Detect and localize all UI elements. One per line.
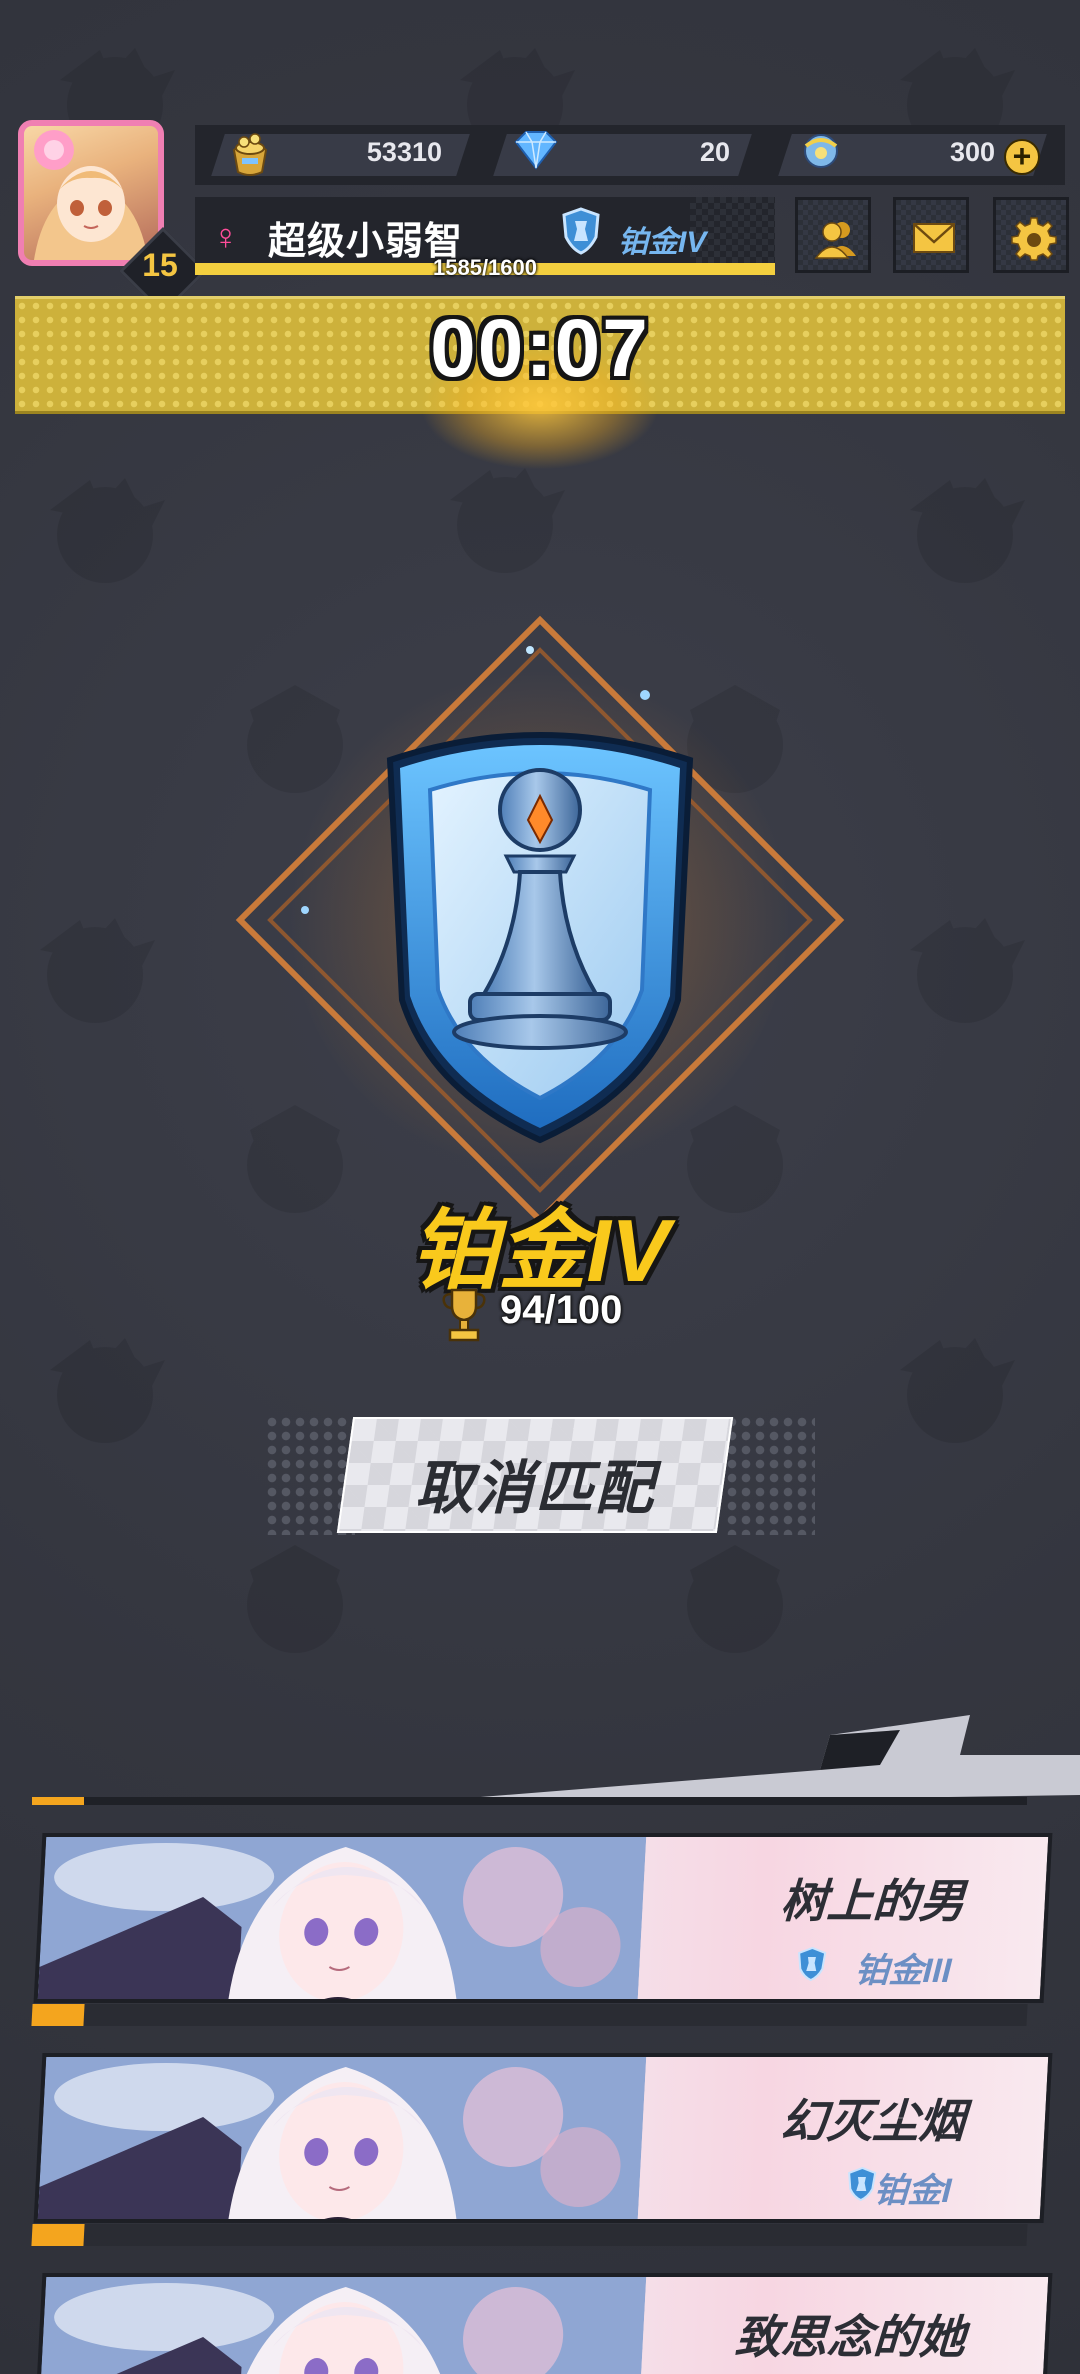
player-avatar[interactable] bbox=[18, 120, 164, 266]
ticket-icon bbox=[804, 134, 838, 168]
match-player-name: 幻灭尘烟 bbox=[779, 2095, 967, 2147]
card-footer-accent bbox=[31, 2004, 85, 2026]
friends-button[interactable] bbox=[795, 197, 871, 273]
cancel-match-button-wrapper: 取消匹配 bbox=[265, 1415, 815, 1535]
player-card-art bbox=[37, 2277, 647, 2374]
matchmaking-timer: 00:07 bbox=[430, 303, 650, 394]
rank-emblem bbox=[235, 615, 845, 1225]
match-player-rank: 铂金III bbox=[853, 1952, 953, 1990]
background-mascot-icon bbox=[910, 478, 1025, 583]
cancel-match-label: 取消匹配 bbox=[414, 1456, 655, 1521]
background-mascot-icon bbox=[50, 478, 165, 583]
player-rank: 铂金IV bbox=[618, 226, 707, 259]
settings-button[interactable] bbox=[993, 197, 1069, 273]
card-footer-accent bbox=[31, 2224, 85, 2246]
background-mascot-icon bbox=[40, 918, 155, 1023]
mail-icon bbox=[913, 223, 955, 253]
matchmaking-screen: 15 53310 20 300 + ♀ 超级小弱智 铂金IV 1585/1600 bbox=[0, 0, 1080, 2374]
match-player-card: 树上的男 铂金III bbox=[33, 1833, 1053, 2003]
card-footer bbox=[31, 2224, 1028, 2246]
match-player-rank: 铂金I bbox=[872, 2172, 953, 2210]
cancel-button-decor-right bbox=[725, 1415, 815, 1535]
player-card-art bbox=[37, 1837, 647, 2003]
match-player-name: 树上的男 bbox=[779, 1875, 967, 1927]
gold-pot-icon bbox=[232, 133, 268, 176]
background-mascot-icon bbox=[687, 1545, 783, 1653]
rank-shield-icon bbox=[798, 1947, 827, 1981]
gold-amount: 53310 bbox=[366, 137, 442, 167]
mail-button[interactable] bbox=[893, 197, 969, 273]
friends-icon bbox=[814, 222, 856, 259]
player-level: 15 bbox=[142, 247, 178, 283]
player-card-art bbox=[37, 2057, 647, 2223]
rank-points: 94/100 bbox=[500, 1288, 623, 1332]
section-divider bbox=[32, 1715, 1080, 1805]
gender-icon: ♀ bbox=[212, 216, 239, 257]
diamond-icon bbox=[514, 131, 558, 170]
match-player-card: 幻灭尘烟 铂金I bbox=[33, 2053, 1053, 2223]
background-mascot-icon bbox=[910, 918, 1025, 1023]
ticket-amount: 300 bbox=[949, 137, 995, 167]
background-mascot-icon bbox=[50, 1338, 165, 1443]
background-mascot-icon bbox=[900, 1338, 1015, 1443]
rank-shield-icon bbox=[562, 207, 600, 255]
match-player-name: 致思念的她 bbox=[733, 2311, 967, 2363]
trophy-icon bbox=[442, 1288, 486, 1342]
avatar-portrait bbox=[34, 130, 148, 260]
card-footer bbox=[31, 2004, 1028, 2026]
add-currency-button[interactable]: + bbox=[1004, 139, 1040, 175]
diamond-amount: 20 bbox=[699, 137, 730, 167]
gear-icon bbox=[1011, 217, 1057, 261]
background-mascot-icon bbox=[450, 468, 565, 573]
xp-text: 1585/1600 bbox=[433, 255, 537, 280]
background-mascot-icon bbox=[247, 1545, 343, 1653]
match-player-card: 致思念的她 bbox=[33, 2273, 1053, 2374]
